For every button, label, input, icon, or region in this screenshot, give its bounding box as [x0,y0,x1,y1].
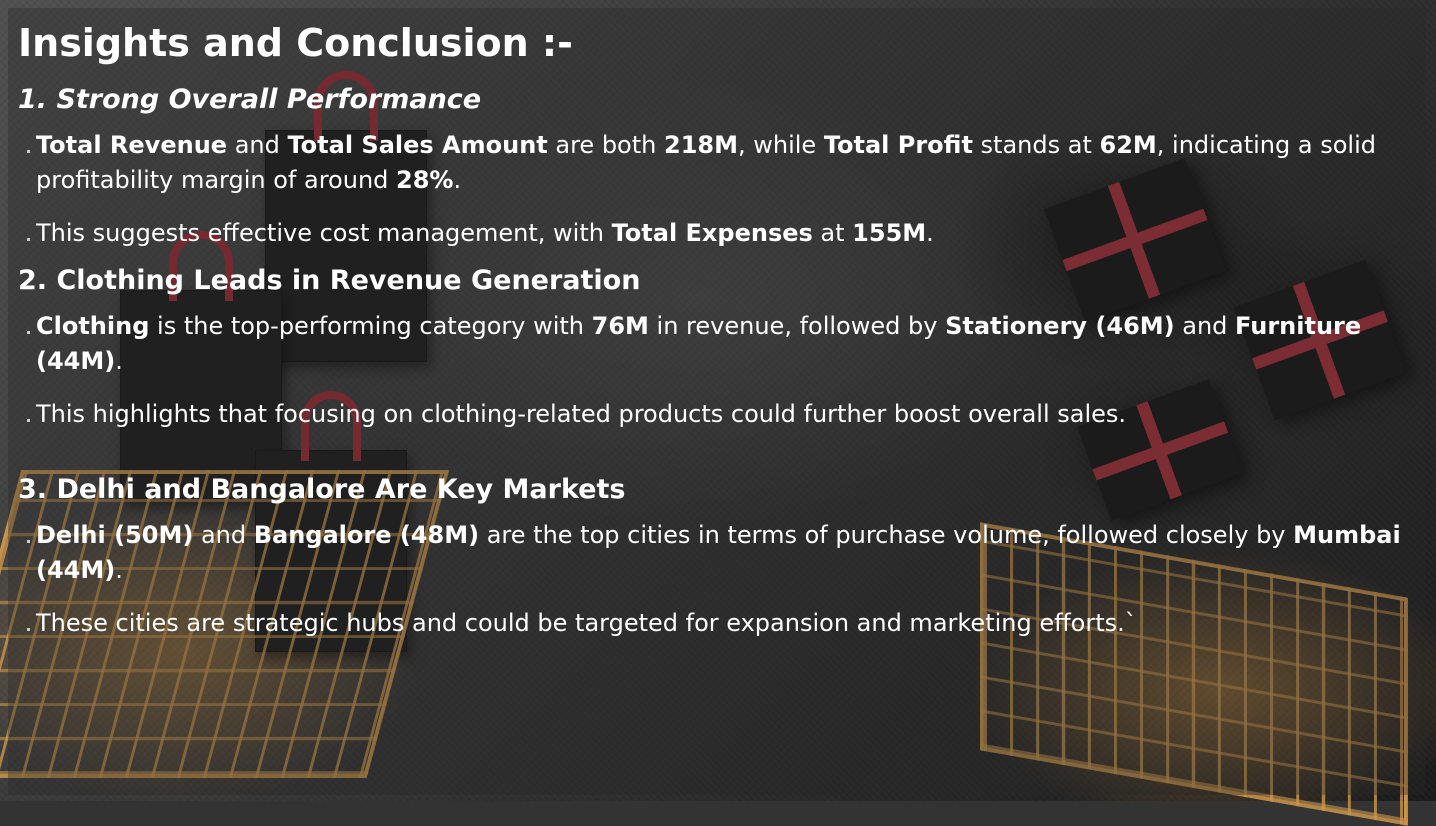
highlighted-text: Bangalore (48M) [253,521,480,549]
text-segment: . [453,166,462,194]
text-segment: . [926,219,934,247]
text-segment: stands at [972,131,1100,159]
insight-bullet: Clothing is the top-performing category … [27,309,1416,379]
highlighted-text: 62M [1099,131,1157,159]
insight-bullet: This highlights that focusing on clothin… [27,397,1416,432]
highlighted-text: Total Expenses [611,219,813,247]
insight-bullet: Total Revenue and Total Sales Amount are… [27,128,1416,198]
insight-bullet: Delhi (50M) and Bangalore (48M) are the … [27,518,1416,588]
text-segment: is the top-performing category with [149,312,592,340]
text-segment: . [115,347,123,375]
highlighted-text: Total Revenue [36,131,228,159]
text-segment: at [812,219,853,247]
section-heading: 2. Clothing Leads in Revenue Generation [18,265,641,296]
text-segment: and [1174,312,1236,340]
text-segment: are both [547,131,664,159]
highlighted-text: 28% [396,166,454,194]
text-segment: in revenue, followed by [648,312,946,340]
insight-bullet: This suggests effective cost management,… [27,216,1416,251]
page-title: Insights and Conclusion :- [18,21,573,65]
text-segment: and [227,131,288,159]
highlighted-text: Total Profit [823,131,973,159]
text-segment: are the top cities in terms of purchase … [479,521,1294,549]
insight-bullet: These cities are strategic hubs and coul… [27,606,1416,641]
text-segment: . [115,556,123,584]
highlighted-text: Clothing [36,312,150,340]
text-segment: These cities are strategic hubs and coul… [36,609,1137,637]
highlighted-text: 155M [852,219,927,247]
highlighted-text: Stationery (46M) [945,312,1175,340]
text-segment: , while [737,131,824,159]
insights-content: Insights and Conclusion :- 1. Strong Ove… [18,18,1416,641]
highlighted-text: 218M [664,131,738,159]
highlighted-text: Total Sales Amount [287,131,548,159]
highlighted-text: 76M [591,312,649,340]
section-heading: 3. Delhi and Bangalore Are Key Markets [18,474,626,505]
text-segment: and [193,521,254,549]
section-heading: 1. Strong Overall Performance [18,84,482,115]
highlighted-text: Delhi (50M) [36,521,194,549]
text-segment: This suggests effective cost management,… [36,219,612,247]
text-segment: This highlights that focusing on clothin… [36,400,1127,428]
